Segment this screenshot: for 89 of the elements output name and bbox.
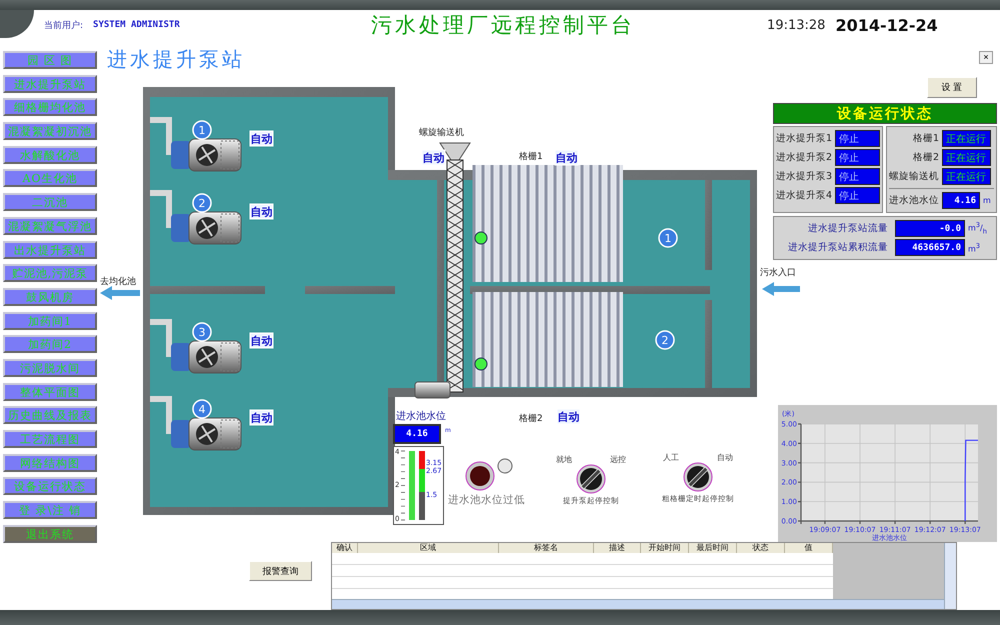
status-label: 螺旋输送机 xyxy=(889,170,939,183)
unit-label: m xyxy=(983,196,991,205)
alarm-query-button[interactable]: 报警查询 xyxy=(249,561,312,581)
user-label: 当前用户: xyxy=(44,20,84,32)
pump-number: 1 xyxy=(192,120,212,140)
status-label: 进水池水位 xyxy=(889,194,939,207)
limit-band xyxy=(419,451,425,520)
mode-label: 自动 xyxy=(422,150,446,166)
alarm-label: 进水池水位过低 xyxy=(448,493,525,507)
pump-number: 4 xyxy=(192,399,212,419)
vertical-scrollbar[interactable] xyxy=(944,543,956,609)
switch-option: 人工 xyxy=(663,452,679,463)
pump-number: 3 xyxy=(192,322,212,342)
app-title: 污水处理厂远程控制平台 xyxy=(371,12,636,39)
status-label: 格栅1 xyxy=(912,132,939,145)
rotary-switch[interactable] xyxy=(576,464,606,494)
status-value: 正在运行 xyxy=(942,130,991,147)
mode-label: 自动 xyxy=(250,410,274,426)
horizontal-scrollbar[interactable] xyxy=(332,599,944,609)
status-value: 正在运行 xyxy=(942,168,991,185)
nav-button[interactable]: 设备运行状态 xyxy=(3,477,97,496)
close-button[interactable]: × xyxy=(979,51,993,64)
status-value: 停止 xyxy=(835,149,880,166)
mode-label: 自动 xyxy=(556,408,580,424)
clock-date: 2014-12-24 xyxy=(835,16,938,34)
nav-button[interactable]: 进水提升泵站 xyxy=(3,74,97,93)
flow-label: 进水提升泵站流量 xyxy=(807,222,888,235)
screen-label: 格栅1 xyxy=(519,152,543,162)
nav-button[interactable]: 园 区 图 xyxy=(3,51,97,69)
status-label: 进水提升泵4 xyxy=(776,189,832,202)
nav-button[interactable]: 污泥脱水间 xyxy=(3,358,97,377)
nav-button[interactable]: 细格栅均化池 xyxy=(3,98,97,116)
flow-label: 进水提升泵站累积流量 xyxy=(787,241,888,254)
status-label: 进水提升泵1 xyxy=(776,132,832,145)
page-title: 进水提升泵站 xyxy=(107,46,245,73)
mode-label: 自动 xyxy=(250,204,274,220)
nav-button[interactable]: 登 录\注 销 xyxy=(3,501,97,520)
nav-button[interactable]: 历史曲线及报表 xyxy=(3,406,97,424)
panel-title: 设备运行状态 xyxy=(773,103,997,124)
level-value: 4.16 xyxy=(942,192,980,209)
nav-button[interactable]: 贮泥池,污泥泵 xyxy=(3,264,97,282)
status-value: 停止 xyxy=(835,168,880,185)
frame-corner xyxy=(0,10,34,38)
conveyor-label: 螺旋输送机 xyxy=(419,128,464,138)
mode-label: 自动 xyxy=(554,150,578,166)
scale-ticks xyxy=(400,450,406,520)
status-label: 进水提升泵3 xyxy=(776,170,832,183)
flow-value: -0.0 xyxy=(895,220,965,237)
nav-button[interactable]: 鼓风机房 xyxy=(3,288,97,306)
flow-value: 4636657.0 xyxy=(895,239,965,256)
screen-label: 格栅2 xyxy=(519,414,543,424)
exit-button[interactable]: 退出系统 xyxy=(3,524,97,543)
user-name: SYSTEM ADMINISTR xyxy=(93,20,181,30)
nav-button[interactable]: 整体平面图 xyxy=(3,382,97,401)
unit-label: m$^{3}$/$_{h}$ xyxy=(968,221,987,236)
clock-time: 19:13:28 xyxy=(767,18,826,32)
nav-button[interactable]: AO生化池 xyxy=(3,169,97,188)
screen-number: 1 xyxy=(658,228,678,248)
switch-option: 就地 xyxy=(556,454,572,465)
inlet-label: 污水入口 xyxy=(760,268,796,278)
rotary-switch[interactable] xyxy=(684,462,712,492)
nav-button[interactable]: 出水提升泵站 xyxy=(3,240,97,258)
nav-button[interactable]: 网络结构图 xyxy=(3,454,97,472)
switch-option: 自动 xyxy=(717,452,733,463)
nav-button[interactable]: 混凝絮凝气浮池 xyxy=(3,216,97,235)
nav-button[interactable]: 水解酸化池 xyxy=(3,146,97,164)
outlet-label: 去均化池 xyxy=(100,277,136,287)
settings-button[interactable]: 设 置 xyxy=(927,77,977,98)
nav-button[interactable]: 工艺流程图 xyxy=(3,430,97,448)
level-bar xyxy=(409,451,415,520)
status-label: 进水提升泵2 xyxy=(776,151,832,164)
pump-number: 2 xyxy=(192,193,212,213)
status-label: 格栅2 xyxy=(912,151,939,164)
status-value: 停止 xyxy=(835,130,880,147)
screen-number: 2 xyxy=(655,330,675,350)
unit-label: m$^{3}$ xyxy=(968,242,980,254)
left-arrow-icon xyxy=(100,286,140,300)
nav-button[interactable]: 加药间1 xyxy=(3,312,97,330)
mode-label: 自动 xyxy=(250,332,274,348)
indicator-light xyxy=(498,458,512,474)
status-value: 停止 xyxy=(835,187,880,204)
nav-button[interactable]: 二沉池 xyxy=(3,193,97,212)
mode-label: 自动 xyxy=(250,130,274,146)
status-value: 正在运行 xyxy=(942,149,991,166)
switch-option: 远控 xyxy=(610,454,626,465)
level-value: 4.16 xyxy=(393,424,441,444)
nav-button[interactable]: 混凝絮凝初沉池 xyxy=(3,122,97,140)
left-arrow-icon xyxy=(762,282,800,296)
nav-button[interactable]: 加药间2 xyxy=(3,335,97,354)
